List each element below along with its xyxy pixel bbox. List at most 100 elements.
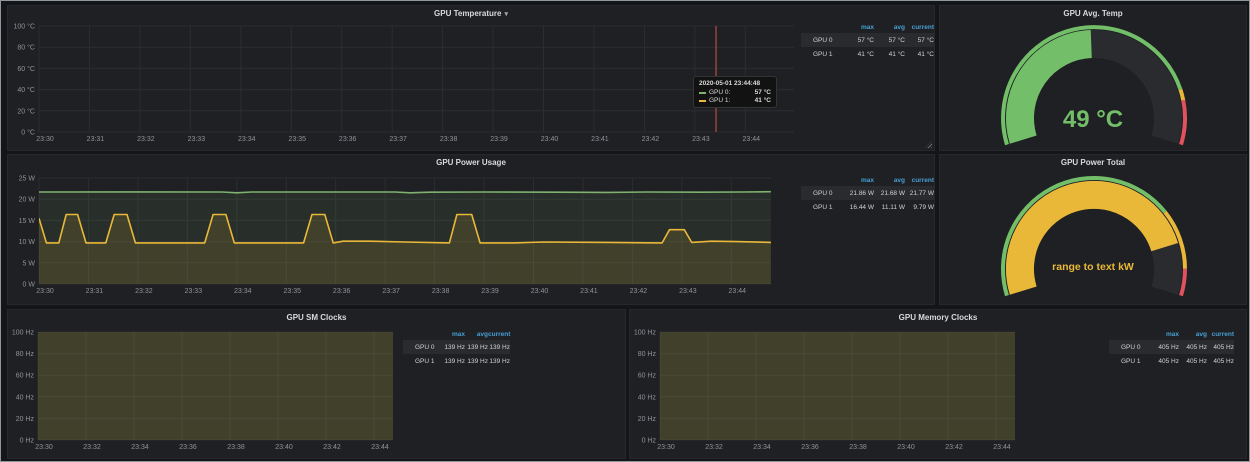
svg-text:23:39: 23:39 — [490, 136, 508, 143]
legend-value: 405 Hz — [1207, 358, 1234, 365]
gauge-value: range to text kW — [940, 261, 1246, 273]
svg-text:23:34: 23:34 — [234, 288, 252, 295]
legend-header-max: max — [843, 177, 874, 184]
panel-gpu-power-total: GPU Power Total range to text kW — [939, 154, 1247, 305]
legend-row-gpu-0[interactable]: GPU 0139 Hz139 Hz139 Hz — [403, 340, 510, 354]
svg-text:23:34: 23:34 — [753, 444, 771, 451]
legend-value: 57 °C — [843, 37, 874, 44]
legend-row-gpu-1[interactable]: GPU 116.44 W11.11 W9.79 W — [801, 200, 934, 214]
legend-value: 405 Hz — [1151, 344, 1179, 351]
legend-row-gpu-1[interactable]: GPU 1405 Hz405 Hz405 Hz — [1109, 354, 1234, 368]
svg-text:23:32: 23:32 — [135, 288, 153, 295]
svg-text:23:44: 23:44 — [729, 288, 747, 295]
svg-text:40 °C: 40 °C — [17, 86, 35, 94]
legend-value: 405 Hz — [1151, 358, 1179, 365]
svg-text:15 W: 15 W — [19, 218, 36, 225]
panel-title-text: GPU Power Usage — [436, 158, 506, 167]
svg-text:23:44: 23:44 — [993, 444, 1011, 451]
legend-header-avg: avg — [874, 177, 905, 184]
tooltip-series-label: GPU 0: — [709, 89, 755, 96]
svg-text:23:39: 23:39 — [481, 288, 499, 295]
legend-row-gpu-0[interactable]: GPU 057 °C57 °C57 °C — [801, 33, 934, 47]
legend-header-current: current — [1207, 331, 1234, 338]
svg-text:23:32: 23:32 — [83, 444, 101, 451]
svg-text:23:30: 23:30 — [36, 136, 54, 143]
legend-header: maxavgcurrent — [801, 175, 934, 186]
legend-series-name: GPU 1 — [1121, 358, 1151, 365]
legend-row-gpu-1[interactable]: GPU 1139 Hz139 Hz139 Hz — [403, 354, 510, 368]
power-total-gauge — [940, 155, 1248, 306]
legend-header-avg: avg — [874, 24, 905, 31]
svg-text:100 °C: 100 °C — [14, 23, 35, 31]
svg-text:0 Hz: 0 Hz — [20, 438, 35, 445]
svg-text:23:31: 23:31 — [86, 288, 104, 295]
chevron-down-icon: ▾ — [504, 11, 508, 18]
memory-clocks-legend: maxavgcurrentGPU 0405 Hz405 Hz405 HzGPU … — [1109, 329, 1234, 368]
svg-text:23:41: 23:41 — [591, 136, 609, 143]
legend-value: 57 °C — [905, 37, 934, 44]
legend-header-max: max — [843, 24, 874, 31]
legend-header-max: max — [441, 331, 465, 338]
svg-text:23:42: 23:42 — [323, 444, 341, 451]
panel-gpu-sm-clocks: GPU SM Clocks 100 Hz80 Hz60 Hz40 Hz20 Hz… — [7, 309, 626, 459]
svg-text:20 °C: 20 °C — [17, 107, 35, 115]
legend-value: 405 Hz — [1179, 358, 1207, 365]
panel-title: GPU SM Clocks — [8, 311, 625, 325]
svg-text:80 Hz: 80 Hz — [638, 351, 657, 358]
svg-text:23:33: 23:33 — [185, 288, 203, 295]
legend-value: 9.79 W — [905, 204, 934, 211]
legend-value: 139 Hz — [465, 344, 488, 351]
svg-text:23:43: 23:43 — [679, 288, 697, 295]
svg-text:60 °C: 60 °C — [17, 65, 35, 73]
tooltip-row: GPU 1: 41 °C — [699, 97, 771, 104]
sm-clocks-chart[interactable]: 100 Hz80 Hz60 Hz40 Hz20 Hz0 Hz23:3023:32… — [8, 310, 627, 460]
panel-title-dropdown[interactable]: GPU Temperature▾ — [8, 7, 934, 21]
svg-text:23:38: 23:38 — [849, 444, 867, 451]
svg-text:25 W: 25 W — [19, 176, 36, 183]
legend-row-gpu-1[interactable]: GPU 141 °C41 °C41 °C — [801, 47, 934, 61]
tooltip-series-value: 41 °C — [755, 97, 771, 104]
legend-row-gpu-0[interactable]: GPU 021.86 W21.68 W21.77 W — [801, 186, 934, 200]
temperature-chart[interactable]: 100 °C80 °C60 °C40 °C20 °C0 °C23:3023:31… — [8, 6, 936, 152]
series-dash-icon — [699, 100, 706, 102]
power-usage-chart[interactable]: 25 W20 W15 W10 W5 W0 W23:3023:3123:3223:… — [8, 155, 936, 306]
svg-text:60 Hz: 60 Hz — [16, 373, 35, 380]
svg-text:60 Hz: 60 Hz — [638, 373, 657, 380]
svg-text:0 °C: 0 °C — [21, 129, 35, 137]
legend-header: maxavgcurrent — [1109, 329, 1234, 340]
legend-header-current: current — [488, 331, 510, 338]
svg-text:23:34: 23:34 — [131, 444, 149, 451]
tooltip-series-value: 57 °C — [755, 89, 771, 96]
svg-text:23:38: 23:38 — [440, 136, 458, 143]
svg-text:23:30: 23:30 — [36, 288, 54, 295]
legend-value: 16.44 W — [843, 204, 874, 211]
svg-text:23:38: 23:38 — [227, 444, 245, 451]
svg-text:23:34: 23:34 — [238, 136, 256, 143]
svg-text:23:30: 23:30 — [657, 444, 675, 451]
power-legend: maxavgcurrentGPU 021.86 W21.68 W21.77 WG… — [801, 175, 934, 214]
legend-value: 139 Hz — [441, 358, 465, 365]
legend-series-name: GPU 1 — [415, 358, 441, 365]
svg-text:23:35: 23:35 — [283, 288, 301, 295]
svg-text:23:36: 23:36 — [333, 288, 351, 295]
panel-gpu-memory-clocks: GPU Memory Clocks 100 Hz80 Hz60 Hz40 Hz2… — [629, 309, 1247, 459]
legend-value: 405 Hz — [1179, 344, 1207, 351]
panel-title-text: GPU Avg. Temp — [1063, 9, 1122, 18]
gauge-value: 49 °C — [940, 106, 1246, 134]
svg-text:100 Hz: 100 Hz — [634, 330, 657, 337]
legend-header-current: current — [905, 177, 934, 184]
legend-value: 139 Hz — [488, 344, 510, 351]
svg-text:23:40: 23:40 — [275, 444, 293, 451]
legend-row-gpu-0[interactable]: GPU 0405 Hz405 Hz405 Hz — [1109, 340, 1234, 354]
svg-text:23:30: 23:30 — [35, 444, 53, 451]
svg-text:10 W: 10 W — [19, 239, 36, 246]
svg-text:23:44: 23:44 — [743, 136, 761, 143]
tooltip-row: GPU 0: 57 °C — [699, 89, 771, 96]
legend-value: 11.11 W — [874, 204, 905, 211]
svg-text:20 Hz: 20 Hz — [16, 416, 35, 423]
svg-text:23:36: 23:36 — [801, 444, 819, 451]
panel-title: GPU Avg. Temp — [940, 7, 1246, 21]
svg-text:23:36: 23:36 — [179, 444, 197, 451]
legend-value: 21.86 W — [843, 190, 874, 197]
tooltip-timestamp: 2020-05-01 23:44:48 — [699, 80, 771, 87]
